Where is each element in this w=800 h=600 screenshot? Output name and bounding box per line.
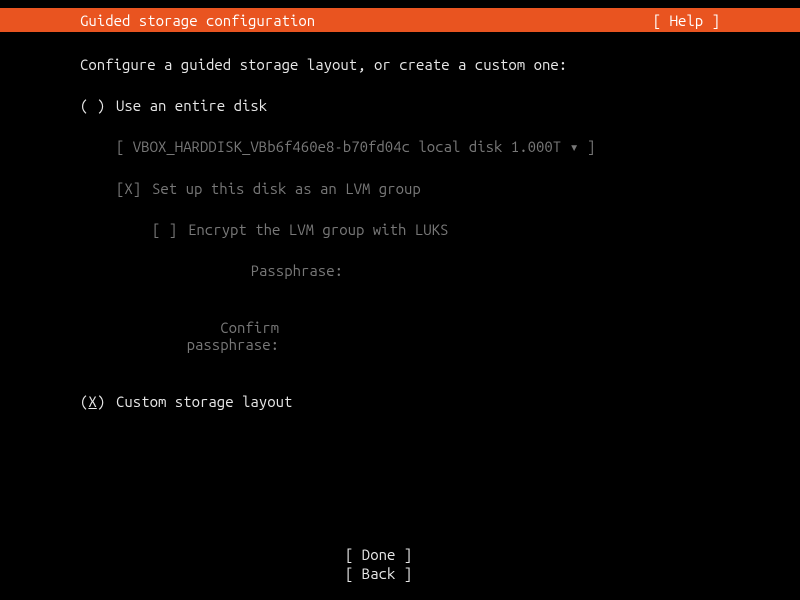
radio-use-entire-disk[interactable]: ( ) (80, 97, 116, 114)
radio-custom[interactable]: (X) (80, 393, 116, 410)
back-button[interactable]: [ Back ] (345, 565, 455, 582)
label-use-entire-disk: Use an entire disk (116, 97, 267, 114)
confirm-passphrase-row: Confirm passphrase: (124, 319, 720, 353)
checkbox-lvm[interactable]: [X] (116, 180, 152, 197)
page-title: Guided storage configuration (80, 12, 315, 29)
help-button[interactable]: [ Help ] (653, 12, 720, 29)
passphrase-label: Passphrase: (188, 262, 343, 279)
confirm-passphrase-label: Confirm passphrase: (124, 319, 279, 353)
label-custom: Custom storage layout (116, 393, 292, 410)
option-custom-layout[interactable]: (X) Custom storage layout (80, 393, 720, 410)
option-luks[interactable]: [ ] Encrypt the LVM group with LUKS (152, 221, 720, 238)
checkbox-luks[interactable]: [ ] (152, 221, 188, 238)
done-button[interactable]: [ Done ] (345, 546, 455, 563)
label-lvm: Set up this disk as an LVM group (152, 180, 421, 197)
option-use-entire-disk[interactable]: ( ) Use an entire disk (80, 97, 720, 114)
content-area: Configure a guided storage layout, or cr… (0, 32, 800, 410)
passphrase-row: Passphrase: (188, 262, 720, 279)
option-lvm[interactable]: [X] Set up this disk as an LVM group (116, 180, 720, 197)
instruction-text: Configure a guided storage layout, or cr… (80, 56, 720, 73)
footer-buttons: [ Done ] [ Back ] (0, 546, 800, 584)
header-bar: Guided storage configuration [ Help ] (0, 8, 800, 32)
label-luks: Encrypt the LVM group with LUKS (188, 221, 448, 238)
disk-selector[interactable]: [ VBOX_HARDDISK_VBb6f460e8-b70fd04c loca… (116, 138, 720, 156)
